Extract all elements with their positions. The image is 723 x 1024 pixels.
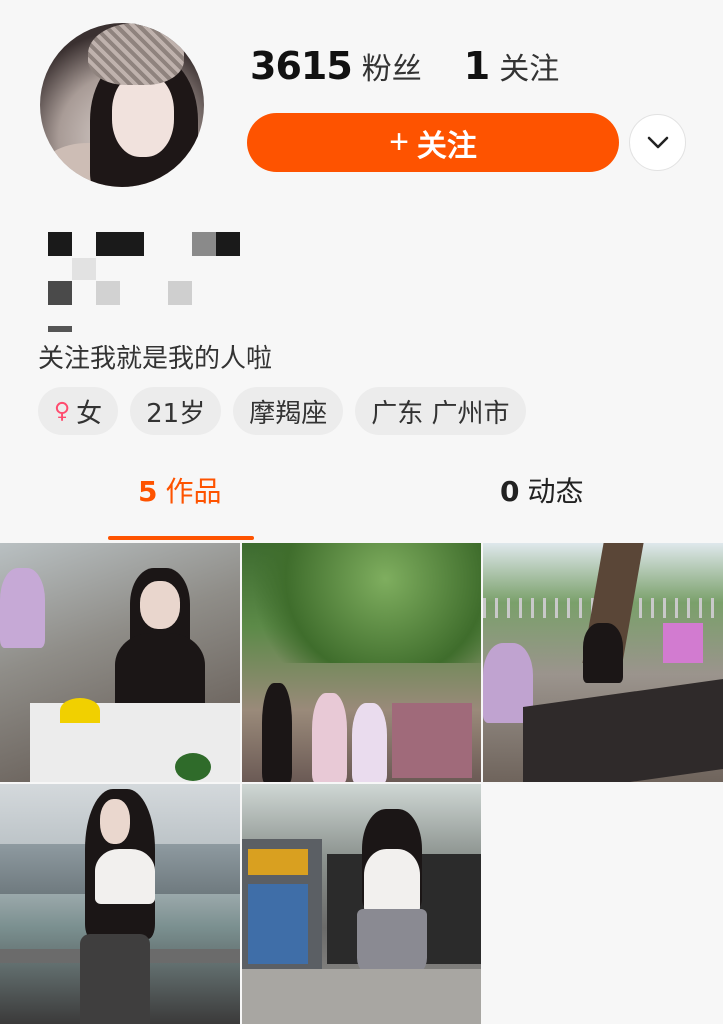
work-thumbnail[interactable] <box>242 543 481 782</box>
profile-tabs: 5 作品 0 动态 <box>0 470 723 542</box>
tab-activity[interactable]: 0 动态 <box>500 470 584 510</box>
work-thumbnail[interactable] <box>242 784 481 1024</box>
profile-bio: 关注我就是我的人啦 <box>38 344 273 374</box>
following-count[interactable]: 1 <box>464 44 490 88</box>
profile-tags: ♀ 女 21岁 摩羯座 广东 广州市 <box>38 387 526 435</box>
tab-works[interactable]: 5 作品 <box>138 470 222 510</box>
avatar[interactable] <box>40 23 204 187</box>
female-icon: ♀ <box>54 398 71 424</box>
tag-zodiac: 摩羯座 <box>233 387 344 435</box>
work-thumbnail[interactable] <box>0 784 240 1024</box>
works-grid <box>0 543 723 1024</box>
tag-location: 广东 广州市 <box>355 387 526 435</box>
tag-age: 21岁 <box>130 387 222 435</box>
active-tab-indicator <box>108 536 254 540</box>
follow-button-label: 关注 <box>416 129 477 163</box>
avatar-hat <box>88 23 184 85</box>
profile-stats: 3615 粉丝 1 关注 <box>250 44 559 88</box>
follow-button[interactable]: + 关注 <box>247 113 619 172</box>
chevron-down-icon <box>647 136 668 148</box>
avatar-face <box>112 73 174 157</box>
plus-icon: + <box>389 123 409 161</box>
followers-label[interactable]: 粉丝 <box>362 44 422 88</box>
work-thumbnail[interactable] <box>0 543 240 782</box>
work-thumbnail[interactable] <box>483 543 723 782</box>
tag-gender: ♀ 女 <box>38 387 119 435</box>
more-options-button[interactable] <box>629 114 686 171</box>
followers-count[interactable]: 3615 <box>250 44 353 88</box>
following-label[interactable]: 关注 <box>499 44 559 88</box>
